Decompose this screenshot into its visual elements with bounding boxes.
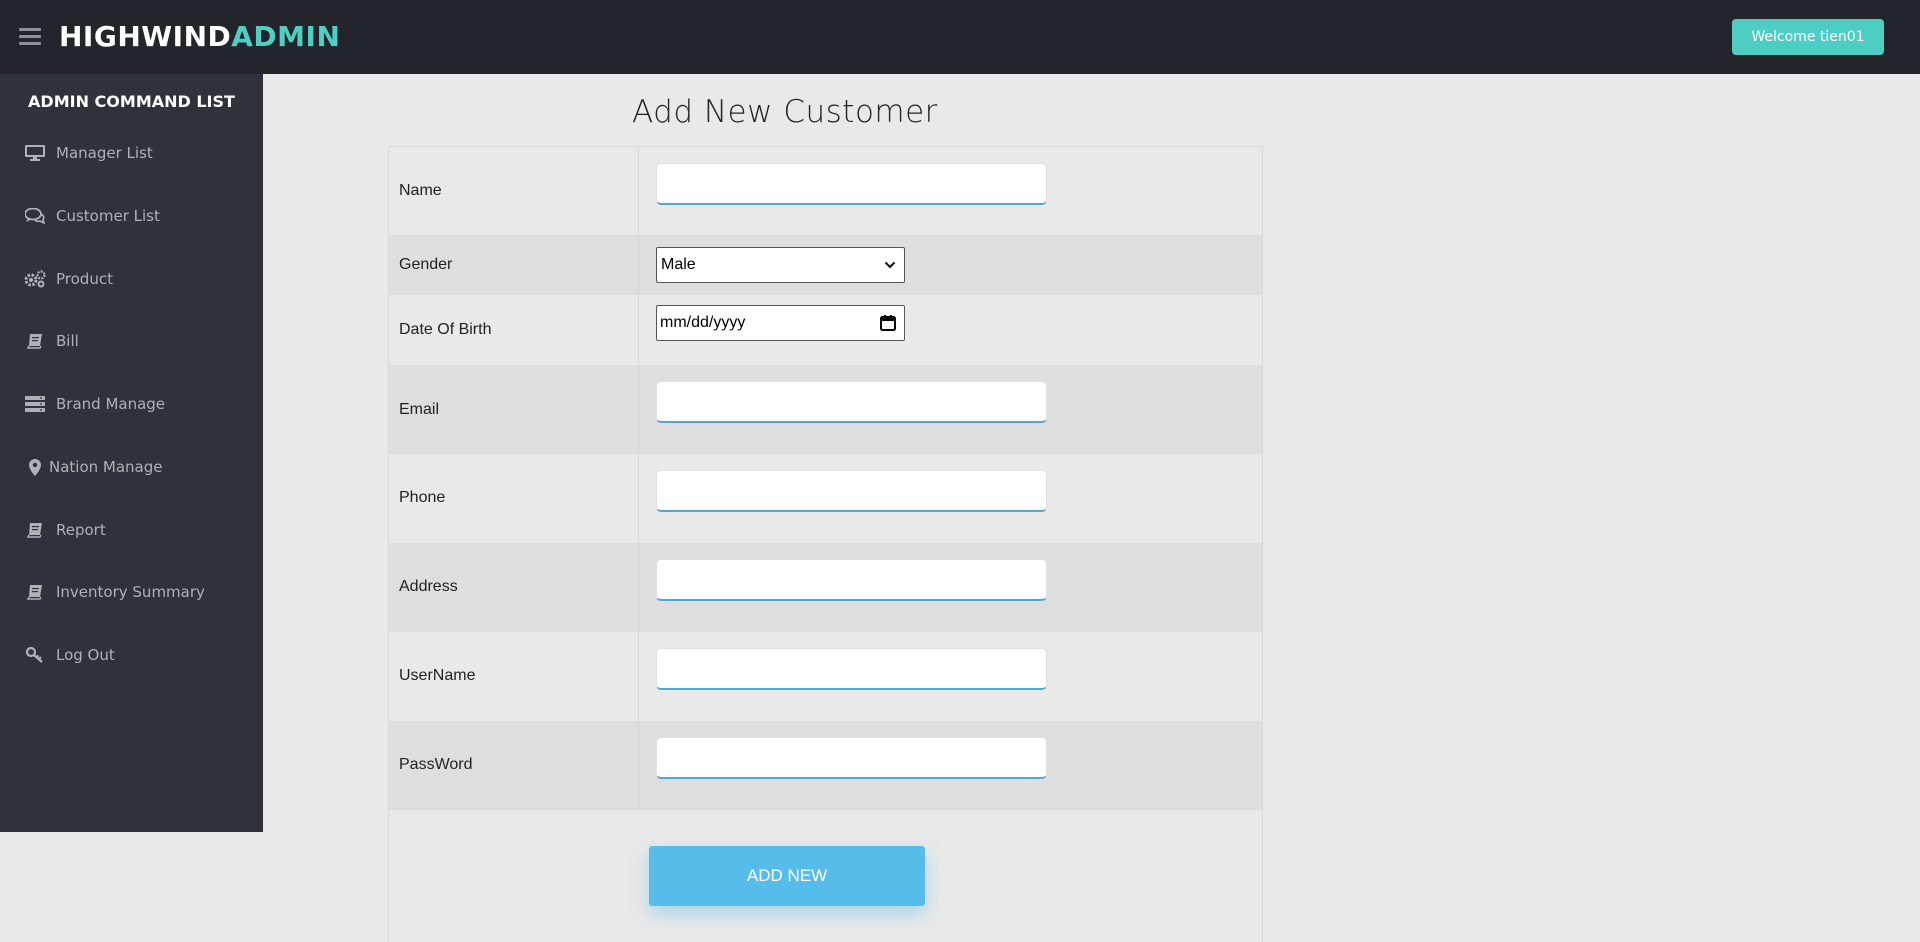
menu-toggle-icon[interactable] [19,28,41,46]
book-icon [24,582,46,602]
welcome-user-button[interactable]: Welcome tien01 [1732,19,1884,55]
password-input[interactable] [656,737,1047,779]
email-input[interactable] [656,381,1047,423]
sidebar-title: ADMIN COMMAND LIST [28,92,235,111]
form-row-email: Email [389,365,1262,454]
sidebar-item-label: Inventory Summary [56,583,205,601]
map-marker-icon [24,457,46,477]
sidebar-item-label: Brand Manage [56,395,166,413]
comments-icon [24,206,46,226]
brand-part2: ADMIN [231,20,341,53]
calendar-icon[interactable] [879,314,897,337]
dob-date-input[interactable]: mm/dd/yyyy [656,305,905,341]
book-icon [24,520,46,540]
gender-select[interactable]: Male [656,247,905,283]
server-icon [24,394,46,414]
password-label: PassWord [399,756,473,773]
add-new-button[interactable]: ADD NEW [649,846,925,906]
sidebar-item-inventory-summary[interactable]: Inventory Summary [0,574,263,610]
form-row-dob: Date Of Birth mm/dd/yyyy [389,295,1262,365]
username-label: UserName [399,667,476,684]
sidebar-item-manager-list[interactable]: Manager List [0,135,263,171]
key-icon [24,645,46,665]
desktop-icon [24,143,46,163]
sidebar-item-bill[interactable]: Bill [0,323,263,359]
brand-logo[interactable]: HIGHWINDADMIN [59,20,340,53]
chevron-down-icon [884,258,896,276]
sidebar-item-label: Customer List [56,207,160,225]
brand-part1: HIGHWIND [59,20,232,53]
address-input[interactable] [656,559,1047,601]
sidebar-item-report[interactable]: Report [0,512,263,548]
username-input[interactable] [656,648,1047,690]
dob-label: Date Of Birth [399,321,492,338]
name-label: Name [399,182,442,199]
sidebar-item-label: Log Out [56,646,115,664]
form-row-password: PassWord [389,721,1262,810]
gender-label: Gender [399,256,453,273]
sidebar: ADMIN COMMAND LIST Manager List Customer… [0,74,263,832]
sidebar-item-label: Report [56,521,106,539]
phone-label: Phone [399,489,446,506]
sidebar-item-customer-list[interactable]: Customer List [0,198,263,234]
customer-form: Name Gender Male Date Of Birth mm/dd/yyy… [388,146,1263,942]
name-input[interactable] [656,163,1047,205]
form-row-gender: Gender Male [389,235,1262,295]
form-row-address: Address [389,543,1262,632]
gender-select-value: Male [661,256,696,273]
form-row-name: Name [389,147,1262,235]
form-row-username: UserName [389,632,1262,721]
email-label: Email [399,401,440,418]
sidebar-item-label: Bill [56,332,79,350]
sidebar-item-label: Product [56,270,113,288]
sidebar-item-label: Nation Manage [49,458,163,476]
address-label: Address [399,578,458,595]
sidebar-item-label: Manager List [56,144,153,162]
cogs-icon [24,269,46,289]
dob-placeholder: mm/dd/yyyy [660,314,746,331]
sidebar-item-log-out[interactable]: Log Out [0,637,263,673]
book-icon [24,331,46,351]
sidebar-item-product[interactable]: Product [0,261,263,297]
page-title: Add New Customer [632,94,938,130]
top-navbar: HIGHWINDADMIN Welcome tien01 [0,0,1920,74]
sidebar-item-brand-manage[interactable]: Brand Manage [0,386,263,422]
phone-input[interactable] [656,470,1047,512]
sidebar-item-nation-manage[interactable]: Nation Manage [0,449,263,485]
form-row-phone: Phone [389,454,1262,543]
